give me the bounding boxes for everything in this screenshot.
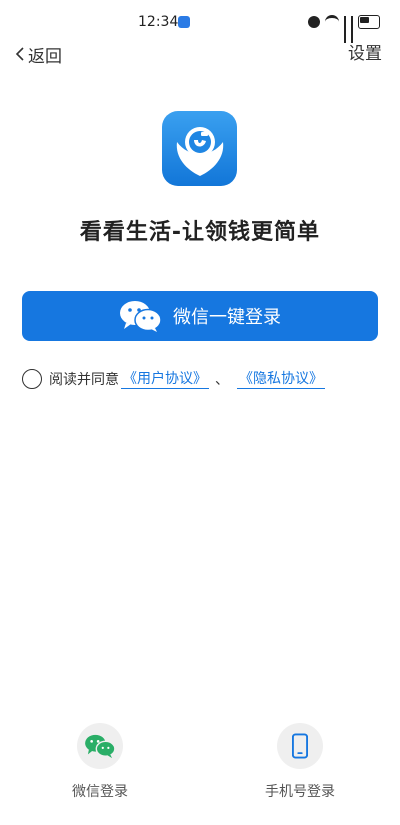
status-bar: 12:34	[0, 0, 400, 43]
wifi-icon	[325, 14, 339, 30]
wechat-login-label: 微信登录	[72, 784, 128, 800]
wechat-login-icon-circle	[77, 723, 123, 769]
phone-icon	[292, 733, 308, 759]
status-icons	[308, 14, 380, 43]
wechat-icon	[85, 734, 116, 759]
wechat-login-button-label: 微信一键登录	[173, 307, 281, 328]
signal-icon	[351, 16, 353, 43]
app-logo-icon	[162, 111, 237, 186]
phone-login-label: 手机号登录	[265, 784, 335, 800]
back-button[interactable]: 返回	[14, 42, 62, 67]
wechat-icon	[120, 301, 162, 332]
agreement-row: 阅读并同意 《用户协议》 、 《隐私协议》	[22, 368, 325, 389]
user-agreement-link[interactable]: 《用户协议》	[121, 368, 209, 389]
phone-login-icon-circle	[277, 723, 323, 769]
agreement-prefix: 阅读并同意	[49, 371, 119, 388]
back-label: 返回	[28, 46, 62, 67]
phone-login-option[interactable]: 手机号登录	[240, 723, 360, 801]
chevron-left-icon	[15, 47, 24, 61]
app-notification-icon	[178, 16, 190, 28]
wechat-one-click-login-button[interactable]: 微信一键登录	[22, 291, 378, 341]
privacy-policy-link[interactable]: 《隐私协议》	[237, 368, 325, 389]
login-screen: 12:34 返回 设置 看看生活-让领钱更简单 微信一键登录 阅读并同意 《用户…	[0, 0, 400, 825]
signal-icon	[344, 16, 346, 43]
settings-button[interactable]: 设置	[348, 42, 382, 66]
status-time: 12:34	[138, 14, 179, 30]
app-title: 看看生活-让领钱更简单	[79, 220, 321, 245]
alarm-icon	[308, 16, 320, 28]
agreement-checkbox[interactable]	[22, 368, 42, 389]
wechat-login-option[interactable]: 微信登录	[40, 723, 160, 801]
battery-icon	[358, 15, 380, 29]
agreement-separator: 、	[215, 371, 229, 388]
